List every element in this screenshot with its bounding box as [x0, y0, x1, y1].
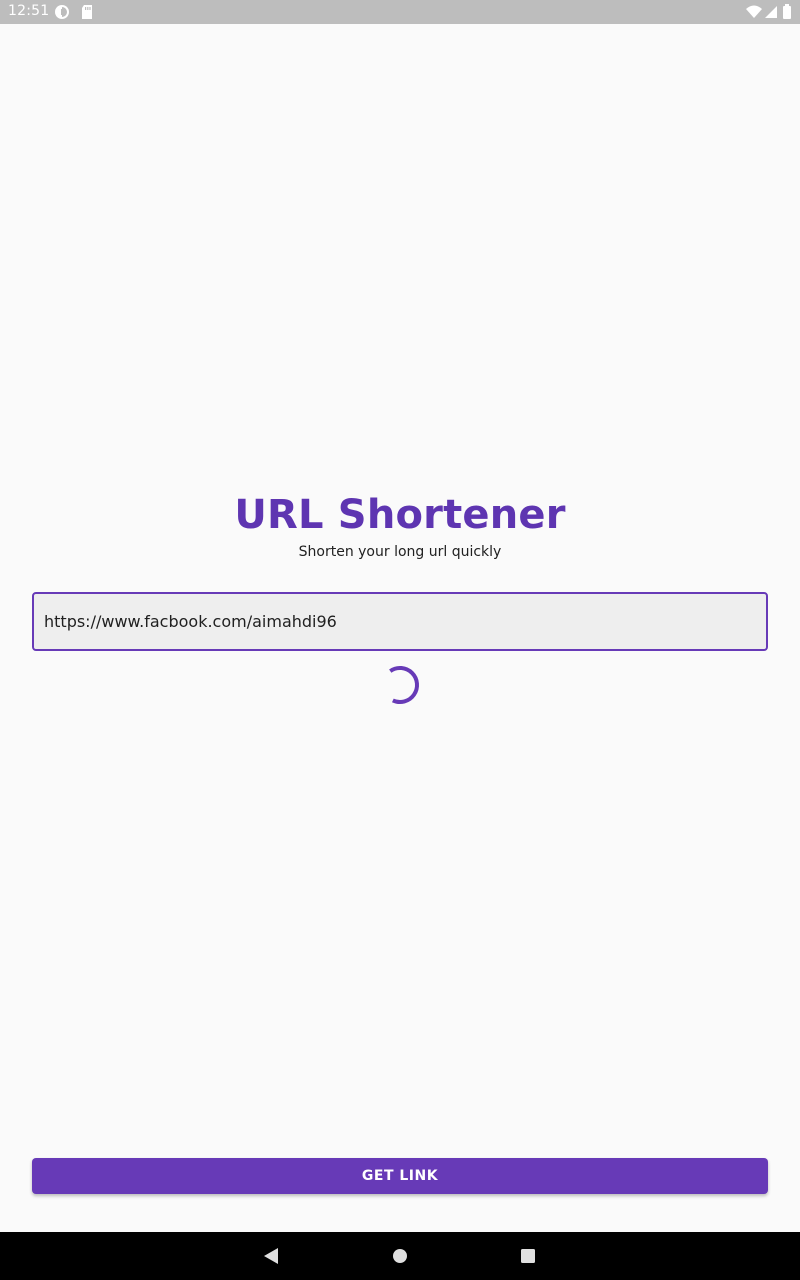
loading-spinner-icon [378, 663, 422, 707]
home-icon[interactable] [390, 1246, 410, 1266]
url-input[interactable] [44, 594, 756, 649]
get-link-button[interactable]: GET LINK [32, 1158, 768, 1194]
battery-icon [782, 4, 798, 20]
recents-icon[interactable] [518, 1246, 538, 1266]
back-icon[interactable] [262, 1246, 282, 1266]
sd-card-icon [80, 4, 96, 20]
url-field[interactable] [32, 592, 768, 651]
wifi-icon [746, 4, 762, 20]
page-title: URL Shortener [234, 492, 566, 538]
data-saver-icon [54, 4, 70, 20]
status-time: 12:51 [8, 3, 50, 19]
page-subtitle: Shorten your long url quickly [298, 544, 502, 560]
navigation-bar [0, 1232, 800, 1280]
status-bar: 12:51 [0, 0, 800, 24]
signal-icon [764, 4, 780, 20]
app-screen: 12:51 URL Shortener Shorten your long ur… [0, 0, 800, 1280]
